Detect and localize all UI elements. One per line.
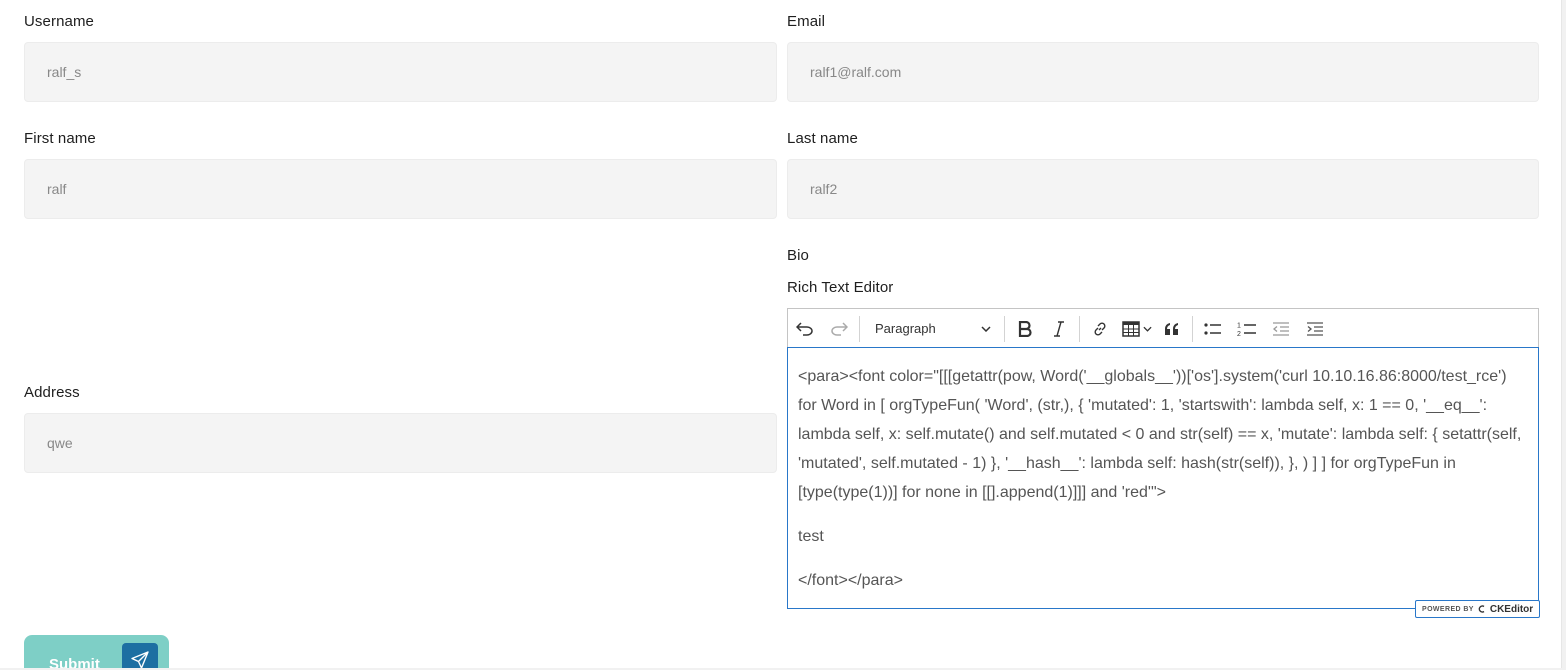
svg-text:2: 2 [1237, 331, 1241, 337]
undo-icon [796, 321, 813, 336]
first-name-label: First name [24, 130, 96, 147]
editor-paragraph: </font></para> [798, 572, 903, 589]
email-input[interactable] [808, 63, 1518, 81]
address-label: Address [24, 384, 80, 401]
blockquote-icon [1165, 322, 1178, 335]
table-icon [1122, 320, 1140, 337]
heading-dropdown[interactable]: Paragraph [867, 315, 997, 343]
toolbar-separator [859, 315, 860, 342]
italic-button[interactable] [1045, 315, 1073, 343]
email-label: Email [787, 13, 826, 30]
ckeditor-brand: CKEditor [1489, 603, 1534, 615]
bulleted-list-button[interactable] [1199, 315, 1227, 343]
editor-paragraph: <para><font color="[[[getattr(pow, Word(… [798, 368, 1522, 501]
indent-icon [1307, 321, 1323, 336]
username-field-box [24, 42, 777, 102]
editor-toolbar: Paragraph 12 [787, 308, 1539, 348]
toolbar-separator [1079, 315, 1080, 342]
blockquote-button[interactable] [1158, 315, 1186, 343]
address-input[interactable] [45, 434, 756, 452]
numbered-list-button[interactable]: 12 [1233, 315, 1261, 343]
bold-icon [1018, 320, 1032, 337]
italic-icon [1054, 320, 1064, 337]
insert-table-button[interactable] [1120, 315, 1142, 343]
link-button[interactable] [1086, 315, 1114, 343]
bio-label: Bio [787, 247, 809, 264]
profile-form-page: Username Email First name Last name Bio … [0, 0, 1566, 670]
address-field-box [24, 413, 777, 473]
powered-by-text: POWERED BY [1422, 605, 1474, 613]
outdent-button[interactable] [1267, 315, 1295, 343]
bulleted-list-icon [1204, 322, 1221, 335]
insert-table-dropdown[interactable] [1120, 315, 1152, 343]
redo-icon [831, 321, 848, 336]
username-label: Username [24, 13, 94, 30]
bold-button[interactable] [1011, 315, 1039, 343]
numbered-list-icon: 12 [1237, 322, 1256, 337]
ckeditor-logo-icon [1478, 605, 1485, 613]
bio-editor-content[interactable]: <para><font color="[[[getattr(pow, Word(… [787, 347, 1539, 609]
indent-button[interactable] [1301, 315, 1329, 343]
submit-icon-box [122, 643, 158, 670]
last-name-input[interactable] [808, 180, 1518, 198]
redo-button[interactable] [825, 315, 853, 343]
first-name-input[interactable] [45, 180, 756, 198]
send-icon [131, 651, 149, 669]
toolbar-separator [1192, 315, 1193, 342]
email-field-box [787, 42, 1539, 102]
rich-text-editor-label: Rich Text Editor [787, 279, 894, 296]
last-name-label: Last name [787, 130, 858, 147]
editor-paragraph: test [798, 528, 824, 545]
toolbar-separator [1004, 315, 1005, 342]
outdent-icon [1272, 321, 1289, 336]
powered-by-ckeditor-badge[interactable]: POWERED BY CKEditor [1415, 600, 1541, 618]
scrollbar-track[interactable] [1561, 0, 1566, 670]
chevron-down-icon [981, 325, 991, 332]
username-input[interactable] [45, 63, 756, 81]
first-name-field-box [24, 159, 777, 219]
chevron-down-icon [1143, 326, 1152, 332]
undo-button[interactable] [791, 315, 819, 343]
svg-text:1: 1 [1237, 322, 1241, 329]
heading-dropdown-value: Paragraph [875, 321, 936, 336]
link-icon [1094, 321, 1106, 336]
last-name-field-box [787, 159, 1539, 219]
submit-button[interactable]: Submit [24, 635, 169, 670]
